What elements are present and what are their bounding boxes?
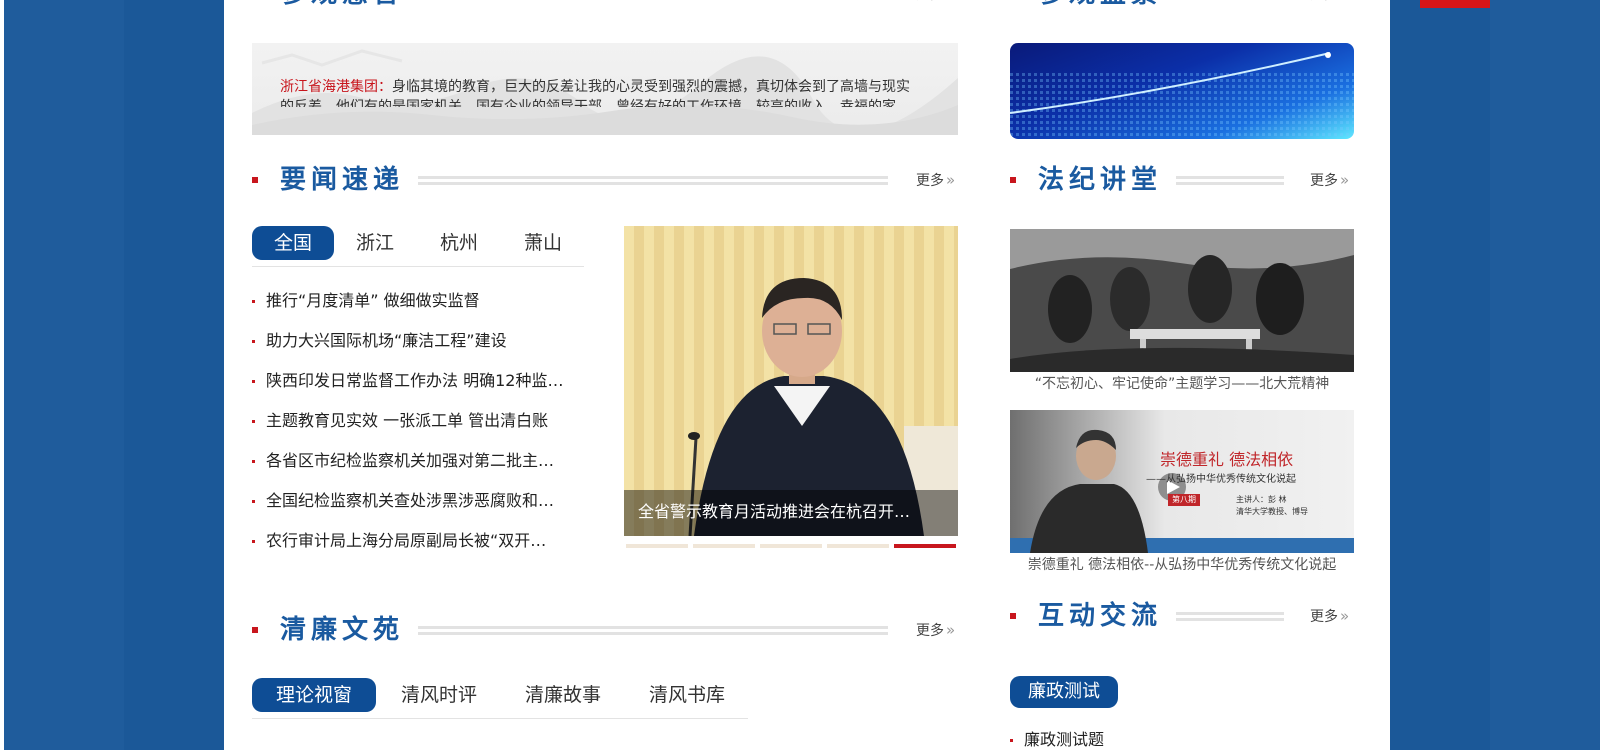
video2-episode-badge: 第八期 <box>1168 494 1200 506</box>
video2-lecturer-title: 清华大学教授、博导 <box>1236 507 1308 516</box>
list-item[interactable]: 陕西印发日常监督工作办法 明确12种监… <box>252 367 586 407</box>
double-chevron-icon: » <box>946 621 956 639</box>
left-band <box>124 0 224 750</box>
double-chevron-icon: » <box>1340 171 1350 189</box>
list-item[interactable]: 廉政测试题 <box>1010 726 1350 750</box>
slide-dot[interactable] <box>626 544 688 548</box>
section-rule <box>418 176 888 185</box>
section-title-scenes: 参观盛景 <box>1038 0 1162 14</box>
list-item[interactable]: 全国纪检监察机关查处涉黑涉恶腐败和… <box>252 487 586 527</box>
main-content: 参观感言 更多» 参观盛景 更多» 浙江省海港集团：身临其境的教育，巨大的反差让… <box>224 0 1390 750</box>
section-title-testimonials: 参观感言 <box>280 0 404 14</box>
slide-dot-active[interactable] <box>894 544 956 548</box>
right-band <box>1390 0 1490 750</box>
left-edge <box>0 0 4 750</box>
section-marker <box>1010 177 1016 183</box>
video2-overlay-title: 崇德重礼 德法相依 <box>1160 450 1294 469</box>
tab-hangzhou[interactable]: 杭州 <box>432 226 486 260</box>
more-link-news[interactable]: 更多» <box>916 170 955 191</box>
list-item[interactable]: 主题教育见实效 一张派工单 管出清白账 <box>252 407 586 447</box>
testimonial-source: 浙江省海港集团： <box>280 79 392 95</box>
section-header-interaction: 互动交流 更多» <box>1010 596 1354 636</box>
double-chevron-icon: » <box>1340 607 1350 625</box>
section-marker <box>252 627 258 633</box>
list-item[interactable]: 各省区市纪检监察机关加强对第二批主… <box>252 447 586 487</box>
section-marker <box>252 177 258 183</box>
video2-lecturer: 主讲人：彭 林 <box>1236 495 1287 504</box>
slide-dot[interactable] <box>760 544 822 548</box>
list-item[interactable]: 推行“月度清单” 做细做实监督 <box>252 287 586 327</box>
section-rule <box>418 626 888 635</box>
tab-theory-window[interactable]: 理论视窗 <box>252 678 376 712</box>
tab-library[interactable]: 清风书库 <box>642 678 732 712</box>
more-link-scenes[interactable]: 更多» <box>1310 0 1349 5</box>
top-right-red-button[interactable] <box>1420 0 1490 8</box>
more-link-testimonials[interactable]: 更多» <box>916 0 955 5</box>
tab-stories[interactable]: 清廉故事 <box>518 678 608 712</box>
slide-caption[interactable]: 全省警示教育月活动推进会在杭召开… <box>638 500 948 524</box>
tab-integrity-test[interactable]: 廉政测试 <box>1010 676 1118 708</box>
section-title-law: 法纪讲堂 <box>1038 165 1163 195</box>
section-marker <box>1010 613 1016 619</box>
double-chevron-icon: » <box>946 171 956 189</box>
interaction-list: 廉政测试题 <box>1010 726 1350 750</box>
scenes-image-graphic <box>1010 52 1354 139</box>
section-rule <box>1176 612 1284 621</box>
news-tabs: 全国 浙江 杭州 萧山 <box>252 226 584 267</box>
section-header-testimonials: 参观感言 更多» <box>252 0 958 14</box>
tab-xiaoshan[interactable]: 萧山 <box>516 226 570 260</box>
historical-photo <box>1010 229 1354 372</box>
section-title-interaction: 互动交流 <box>1038 601 1163 631</box>
scenes-image[interactable] <box>1010 43 1354 139</box>
section-header-news: 要闻速递 更多» <box>252 160 958 200</box>
testimonial-text-line2: 的反差，他们有的是国家机关、国有企业的领导干部，曾经有好的工作环境，较高的收入，… <box>280 99 910 107</box>
slide-dot[interactable] <box>827 544 889 548</box>
video-thumb-culture[interactable]: 崇德重礼 德法相依 ——从弘扬中华优秀传统文化说起 第八期 主讲人：彭 林 清华… <box>1010 410 1354 553</box>
video2-overlay-subtitle: ——从弘扬中华优秀传统文化说起 <box>1146 474 1296 485</box>
section-header-scenes: 参观盛景 更多» <box>1010 0 1354 14</box>
more-link-literature[interactable]: 更多» <box>916 620 955 641</box>
testimonial-banner[interactable]: 浙江省海港集团：身临其境的教育，巨大的反差让我的心灵受到强烈的震撼，真切体会到了… <box>252 43 958 135</box>
news-list: 推行“月度清单” 做细做实监督 助力大兴国际机场“廉洁工程”建设 陕西印发日常监… <box>252 287 586 567</box>
tab-zhejiang[interactable]: 浙江 <box>348 226 402 260</box>
video1-caption[interactable]: “不忘初心、牢记使命”主题学习——北大荒精神 <box>1010 374 1354 394</box>
section-title-news: 要闻速递 <box>280 165 405 195</box>
video2-caption[interactable]: 崇德重礼 德法相依--从弘扬中华优秀传统文化说起 <box>1010 555 1354 575</box>
more-link-law[interactable]: 更多» <box>1310 170 1349 191</box>
section-title-literature: 清廉文苑 <box>280 615 405 645</box>
list-item[interactable]: 助力大兴国际机场“廉洁工程”建设 <box>252 327 586 367</box>
list-item[interactable]: 农行审计局上海分局原副局长被“双开… <box>252 527 586 567</box>
news-slideshow[interactable]: 全省警示教育月活动推进会在杭召开… <box>624 226 958 536</box>
slide-dot[interactable] <box>693 544 755 548</box>
section-header-literature: 清廉文苑 更多» <box>252 610 958 650</box>
tab-commentary[interactable]: 清风时评 <box>394 678 484 712</box>
more-link-interaction[interactable]: 更多» <box>1310 606 1349 627</box>
literature-tabs: 理论视窗 清风时评 清廉故事 清风书库 <box>252 678 748 719</box>
testimonial-text-line1: 浙江省海港集团：身临其境的教育，巨大的反差让我的心灵受到强烈的震撼，真切体会到了… <box>280 79 910 95</box>
section-rule <box>1176 176 1284 185</box>
video-thumb-beidahuang[interactable] <box>1010 229 1354 372</box>
tab-national[interactable]: 全国 <box>252 226 334 260</box>
section-header-law: 法纪讲堂 更多» <box>1010 160 1354 200</box>
slide-indicators <box>626 544 956 548</box>
